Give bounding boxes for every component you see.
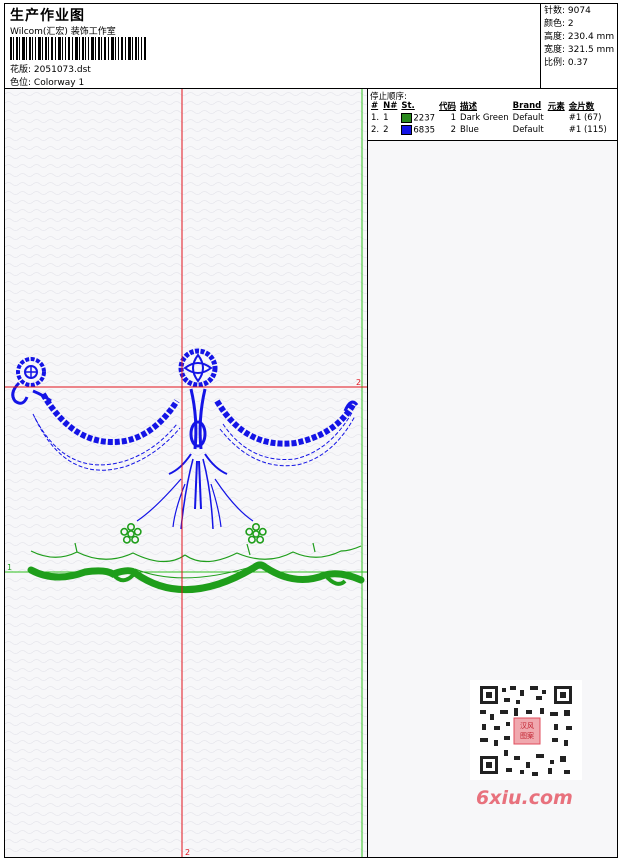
col-brand: Brand [512,101,542,111]
stat-stitches: 针数: 9074 [544,6,591,16]
company-name: Wilcom(汇宏) 装饰工作室 [10,27,116,37]
crosshair-marker-bottom: 2 [185,848,190,857]
col-sequins: 金片数 [568,102,595,112]
stop-sequence-header: 停止顺序: # N# St. 代码 描述 Brand 元素 金片数 1. 1 2… [368,89,617,141]
design-canvas: 1 2 2 [5,89,368,857]
qr-seal-text: 汉风 [520,722,534,730]
colorway-label: 色位: [10,78,32,88]
design-label: 花版: [10,65,32,75]
stat-width: 宽度: 321.5 mm [544,45,615,55]
col-stitch: St. [401,101,415,111]
crosshair-marker-right: 2 [356,378,361,387]
guide-marker-1: 1 [7,563,12,572]
stat-height: 高度: 230.4 mm [544,32,615,42]
design-info: 花版: 2051073.dst [10,62,91,75]
header: 生产作业图 Wilcom(汇宏) 装饰工作室 花版: 2051073.dst 色… [4,3,618,89]
col-description: 描述 [460,102,478,112]
col-index: # [371,101,379,111]
qr-code: 汉风 图案 [470,680,582,780]
svg-text:图案: 图案 [520,731,534,740]
stop-sequence-table: # N# St. 代码 描述 Brand 元素 金片数 1. 1 2237 1 … [369,100,609,136]
colorway-value: Colorway 1 [33,78,85,88]
stat-scale: 比例: 0.37 [544,58,588,68]
stat-colors: 颜色: 2 [544,19,574,29]
stats-panel: 针数: 9074 颜色: 2 高度: 230.4 mm 宽度: 321.5 mm… [540,3,618,89]
design-value: 2051073.dst [33,65,91,75]
table-row: 2. 2 6835 2 Blue Default #1 (115) [371,124,607,136]
table-row: 1. 1 2237 1 Dark Green Default #1 (67) [371,112,602,124]
color-swatch-blue [401,124,413,135]
col-code: 代码 [439,102,457,112]
color-swatch-green [401,112,413,123]
table-header-row: # N# St. 代码 描述 Brand 元素 金片数 [369,100,609,112]
barcode [10,37,146,60]
col-element: 元素 [547,102,565,112]
col-number: N# [383,101,398,111]
page-title: 生产作业图 [10,8,85,24]
colorway-info: 色位: Colorway 1 [10,75,84,88]
embroidery-preview: 1 2 2 [5,89,367,857]
watermark-brand: 6xiu.com [476,787,573,809]
